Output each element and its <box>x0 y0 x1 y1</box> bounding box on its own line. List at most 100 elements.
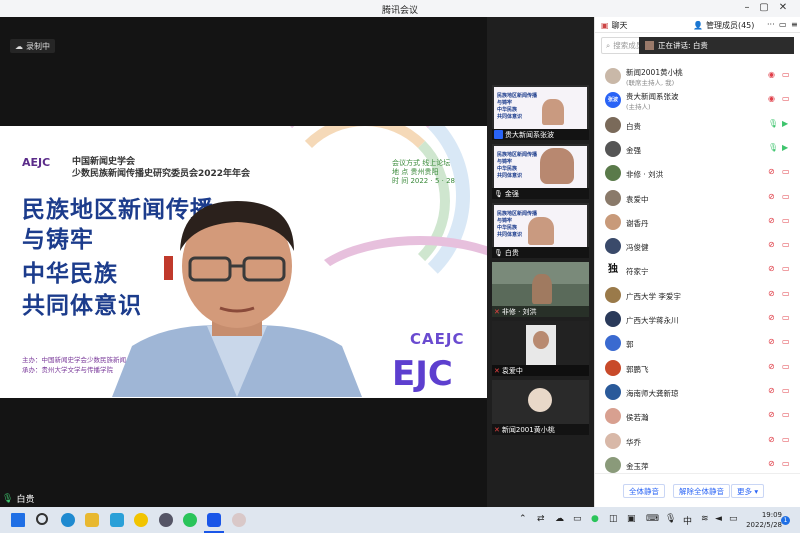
mic-off-icon[interactable]: ⊘ <box>768 337 778 347</box>
member-row[interactable]: 冯俊健 ⊘ ▭ <box>595 234 800 258</box>
settings-icon[interactable] <box>159 513 173 527</box>
mic-off-icon[interactable]: ⊘ <box>768 240 778 250</box>
member-row[interactable]: 侯若瀚 ⊘ ▭ <box>595 404 800 428</box>
member-row[interactable]: 金强 🎙 ▶ <box>595 137 800 161</box>
tray-icon[interactable]: ▭ <box>573 514 582 524</box>
clock[interactable]: 19:09 2022/5/28 <box>742 510 782 530</box>
member-row[interactable]: 独符家宁 ⊘ ▭ <box>595 258 800 282</box>
member-name: 冯俊健 <box>626 243 649 253</box>
member-row[interactable]: 广西大学蒋永川 ⊘ ▭ <box>595 307 800 331</box>
avatar <box>605 383 621 400</box>
member-row[interactable]: 袁爱中 ⊘ ▭ <box>595 186 800 210</box>
keyboard-icon[interactable]: ⌨ <box>646 514 659 524</box>
restore-icon[interactable]: ▢ <box>757 2 771 13</box>
mic-off-icon[interactable]: ⊘ <box>768 313 778 323</box>
wechat-tray-icon[interactable]: ● <box>591 514 599 524</box>
member-row[interactable]: 非修 · 刘洪 ⊘ ▭ <box>595 161 800 185</box>
user-icon: 👤 <box>693 21 703 30</box>
mic-off-icon[interactable]: ⊘ <box>768 289 778 299</box>
more-button[interactable]: 更多 ▾ <box>731 484 765 498</box>
title-bar: 腾讯会议 – ▢ ✕ <box>0 0 800 17</box>
mic-off-icon[interactable]: ⊘ <box>768 459 778 469</box>
thumbnail-tile[interactable]: ✕ 袁爱中 <box>492 321 589 376</box>
mic-off-icon[interactable]: ⊘ <box>768 362 778 372</box>
file-explorer-icon[interactable] <box>85 513 99 527</box>
edge-icon[interactable] <box>61 513 75 527</box>
notification-badge[interactable]: 1 <box>781 516 790 525</box>
search-icon[interactable] <box>36 513 48 525</box>
wechat-icon[interactable] <box>183 513 197 527</box>
mic-off-icon[interactable]: ⊘ <box>768 435 778 445</box>
thumbnail-tile[interactable]: 民族地区新闻传播 与铸牢 中华民族 共同体意识 贵大新闻系张波 <box>492 85 589 140</box>
camera-off-icon[interactable]: ▭ <box>782 289 792 299</box>
camera-off-icon[interactable]: ▭ <box>782 386 792 396</box>
member-row[interactable]: 郭鹏飞 ⊘ ▭ <box>595 356 800 380</box>
app-icon[interactable] <box>110 513 124 527</box>
member-row[interactable]: 谢香丹 ⊘ ▭ <box>595 210 800 234</box>
minimize-icon[interactable]: – <box>740 2 754 13</box>
member-row[interactable]: 白贵 🎙 ▶ <box>595 113 800 137</box>
popout-icon[interactable]: ▭ <box>779 20 787 29</box>
recording-indicator[interactable]: ☁ 录制中 <box>10 39 55 53</box>
microphone-icon[interactable]: 🎙 <box>665 514 676 524</box>
thumbnail-tile[interactable]: ✕ 新闻2001黄小桃 <box>492 380 589 435</box>
app-icon[interactable] <box>232 513 246 527</box>
camera-off-icon[interactable]: ▭ <box>782 167 792 177</box>
member-row[interactable]: 广西大学 李爱宇 ⊘ ▭ <box>595 283 800 307</box>
microphone-icon[interactable]: 🎙 <box>768 143 778 153</box>
mic-off-icon[interactable]: ⊘ <box>768 410 778 420</box>
mute-all-button[interactable]: 全体静音 <box>623 484 665 498</box>
camera-off-icon[interactable]: ▭ <box>782 410 792 420</box>
app-icon[interactable] <box>134 513 148 527</box>
mic-off-icon[interactable]: ⊘ <box>768 386 778 396</box>
more-options-icon[interactable]: ··· <box>767 20 775 29</box>
mic-muted-icon[interactable]: ◉ <box>768 70 778 80</box>
unmute-all-button[interactable]: 解除全体静音 <box>673 484 730 498</box>
tab-members[interactable]: 👤 管理成员(45) <box>693 20 754 31</box>
battery-icon[interactable]: ▭ <box>729 514 738 524</box>
mic-off-icon[interactable]: ⊘ <box>768 192 778 202</box>
mic-muted-icon[interactable]: ◉ <box>768 94 778 104</box>
tab-chat[interactable]: ▣ 聊天 <box>601 20 628 31</box>
tray-icon[interactable]: ⇄ <box>537 514 545 524</box>
wifi-icon[interactable]: ≋ <box>701 514 709 524</box>
camera-off-icon[interactable]: ▭ <box>782 435 792 445</box>
member-row[interactable]: 华乔 ⊘ ▭ <box>595 429 800 453</box>
thumbnail-tile[interactable]: 民族地区新闻传播 与铸牢 中华民族 共同体意识 🎙 金强 <box>492 144 589 199</box>
taskbar: ⌃ ⇄ ☁ ▭ ● ◫ ▣ ⌨ 🎙 中 ≋ ◄ ▭ 19:09 2022/5/2… <box>0 507 800 533</box>
camera-off-icon[interactable]: ▭ <box>782 216 792 226</box>
camera-icon[interactable]: ▶ <box>782 119 792 129</box>
ime-indicator[interactable]: 中 <box>683 514 692 527</box>
camera-off-icon[interactable]: ▭ <box>782 94 792 104</box>
tray-icon[interactable]: ▣ <box>627 514 636 524</box>
mic-off-icon[interactable]: ⊘ <box>768 216 778 226</box>
thumbnail-tile[interactable]: 民族地区新闻传播 与铸牢 中华民族 共同体意识 🎙 白贵 <box>492 203 589 258</box>
camera-off-icon[interactable]: ▭ <box>782 459 792 469</box>
menu-icon[interactable]: ≡ <box>791 20 798 29</box>
member-row[interactable]: 张波 贵大新闻系张波 (主持人) ◉ ▭ <box>595 88 800 112</box>
camera-off-icon[interactable]: ▭ <box>782 337 792 347</box>
tray-icon[interactable]: ◫ <box>609 514 618 524</box>
avatar <box>605 165 621 182</box>
tencent-meeting-icon[interactable] <box>207 513 221 527</box>
windows-start-icon[interactable] <box>11 513 25 527</box>
thumbnail-tile[interactable]: ✕ 非修 · 刘洪 <box>492 262 589 317</box>
mic-off-icon[interactable]: ⊘ <box>768 264 778 274</box>
member-row[interactable]: 新闻2001黄小桃 (联席主持人, 我) ◉ ▭ <box>595 64 800 88</box>
camera-icon[interactable]: ▶ <box>782 143 792 153</box>
camera-off-icon[interactable]: ▭ <box>782 70 792 80</box>
microphone-icon[interactable]: 🎙 <box>768 119 778 129</box>
chevron-up-icon[interactable]: ⌃ <box>519 514 527 524</box>
camera-off-icon[interactable]: ▭ <box>782 192 792 202</box>
camera-off-icon[interactable]: ▭ <box>782 362 792 372</box>
mic-off-icon[interactable]: ⊘ <box>768 167 778 177</box>
camera-off-icon[interactable]: ▭ <box>782 240 792 250</box>
member-row[interactable]: 郭 ⊘ ▭ <box>595 331 800 355</box>
camera-off-icon[interactable]: ▭ <box>782 264 792 274</box>
camera-off-icon[interactable]: ▭ <box>782 313 792 323</box>
cloud-icon[interactable]: ☁ <box>555 514 564 524</box>
member-row[interactable]: 海南师大龚新琼 ⊘ ▭ <box>595 380 800 404</box>
volume-icon[interactable]: ◄ <box>715 514 722 524</box>
close-icon[interactable]: ✕ <box>776 2 790 13</box>
clock-time: 19:09 <box>761 511 782 519</box>
